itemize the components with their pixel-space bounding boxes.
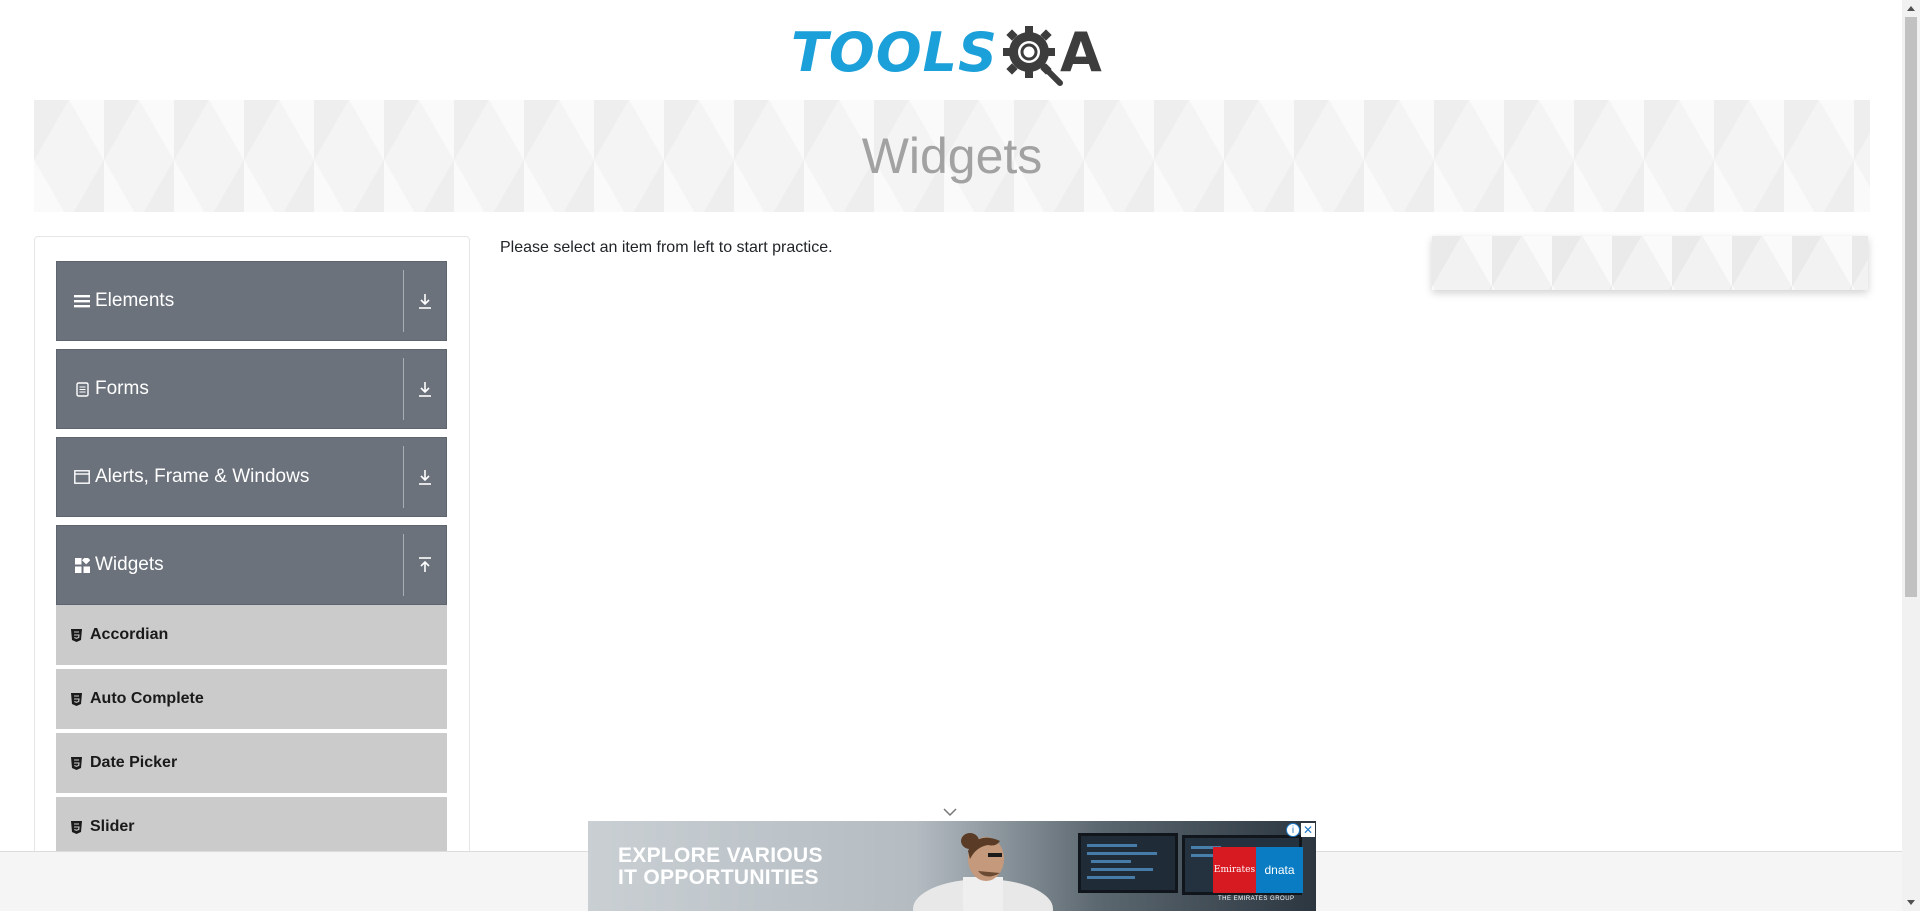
sidebar-group-label: Alerts, Frame & Windows — [95, 466, 310, 487]
scrollbar-thumb[interactable] — [1905, 17, 1917, 597]
sidebar-item-label: Auto Complete — [90, 690, 204, 707]
scroll-down-arrow-icon[interactable] — [1902, 894, 1920, 911]
download-arrow-icon[interactable] — [404, 349, 446, 429]
document-icon — [73, 380, 91, 398]
ad-headline-line1: EXPLORE VARIOUS — [618, 844, 823, 867]
download-arrow-icon[interactable] — [404, 437, 446, 517]
ad-person-image — [913, 833, 1053, 911]
sidebar-item-label: Slider — [90, 818, 135, 835]
gear-magnifier-icon — [1002, 26, 1063, 86]
sidebar-group-alerts-frame-windows[interactable]: Alerts, Frame & Windows — [56, 437, 447, 517]
sidebar-group-widgets[interactable]: Widgets — [56, 525, 447, 605]
sidebar: Elements Forms Alerts, Frame & Windows W… — [34, 236, 470, 911]
bottom-ad-banner[interactable]: EXPLORE VARIOUS IT OPPORTUNITIES Emirate… — [588, 821, 1316, 911]
ad-brand-group-text: THE EMIRATES GROUP — [1218, 896, 1295, 902]
download-arrow-icon[interactable] — [404, 261, 446, 341]
page-title: Widgets — [861, 128, 1043, 184]
sidebar-group-label: Elements — [95, 290, 175, 311]
sidebar-item-slider[interactable]: Slider — [56, 797, 447, 859]
sidebar-item-label: Date Picker — [90, 754, 178, 771]
page: TOOLS A Widgets Elements Forms Alerts, F… — [0, 0, 1920, 911]
toolsqa-logo[interactable]: TOOLS A — [791, 14, 1115, 92]
sidebar-item-auto-complete[interactable]: Auto Complete — [56, 669, 447, 731]
html5-icon — [71, 692, 83, 706]
html5-icon — [71, 628, 83, 642]
vertical-scrollbar[interactable] — [1902, 0, 1920, 911]
sidebar-item-accordian[interactable]: Accordian — [56, 605, 447, 667]
logo-a-text: A — [1059, 21, 1102, 84]
dnata-logo: dnata — [1256, 847, 1303, 893]
upload-arrow-icon[interactable] — [404, 525, 446, 605]
logo-tools-text: TOOLS — [791, 21, 998, 84]
scroll-up-arrow-icon[interactable] — [1902, 0, 1920, 17]
page-banner: Widgets — [34, 100, 1870, 212]
ad-collapse-chevron-icon[interactable] — [942, 806, 958, 818]
html5-icon — [71, 820, 83, 834]
main-prompt-text: Please select an item from left to start… — [500, 239, 833, 256]
sidebar-group-elements[interactable]: Elements — [56, 261, 447, 341]
ad-close-icon[interactable]: ✕ — [1301, 823, 1315, 837]
html5-icon — [71, 756, 83, 770]
sidebar-group-label: Forms — [95, 378, 149, 399]
menu-icon — [73, 292, 91, 310]
ad-info-icon[interactable]: i — [1286, 823, 1300, 837]
sidebar-group-label: Widgets — [95, 554, 164, 575]
sidebar-item-label: Accordian — [90, 626, 169, 643]
ad-brand-logos: Emirates dnata — [1213, 847, 1303, 893]
ad-headline: EXPLORE VARIOUS IT OPPORTUNITIES — [618, 845, 823, 889]
side-ad-placeholder — [1432, 236, 1868, 290]
sidebar-item-date-picker[interactable]: Date Picker — [56, 733, 447, 795]
window-icon — [73, 468, 91, 486]
ad-headline-line2: IT OPPORTUNITIES — [618, 866, 819, 889]
sidebar-group-forms[interactable]: Forms — [56, 349, 447, 429]
emirates-logo: Emirates — [1213, 847, 1256, 893]
ad-monitor-image — [1078, 833, 1178, 893]
widgets-icon — [73, 556, 91, 574]
